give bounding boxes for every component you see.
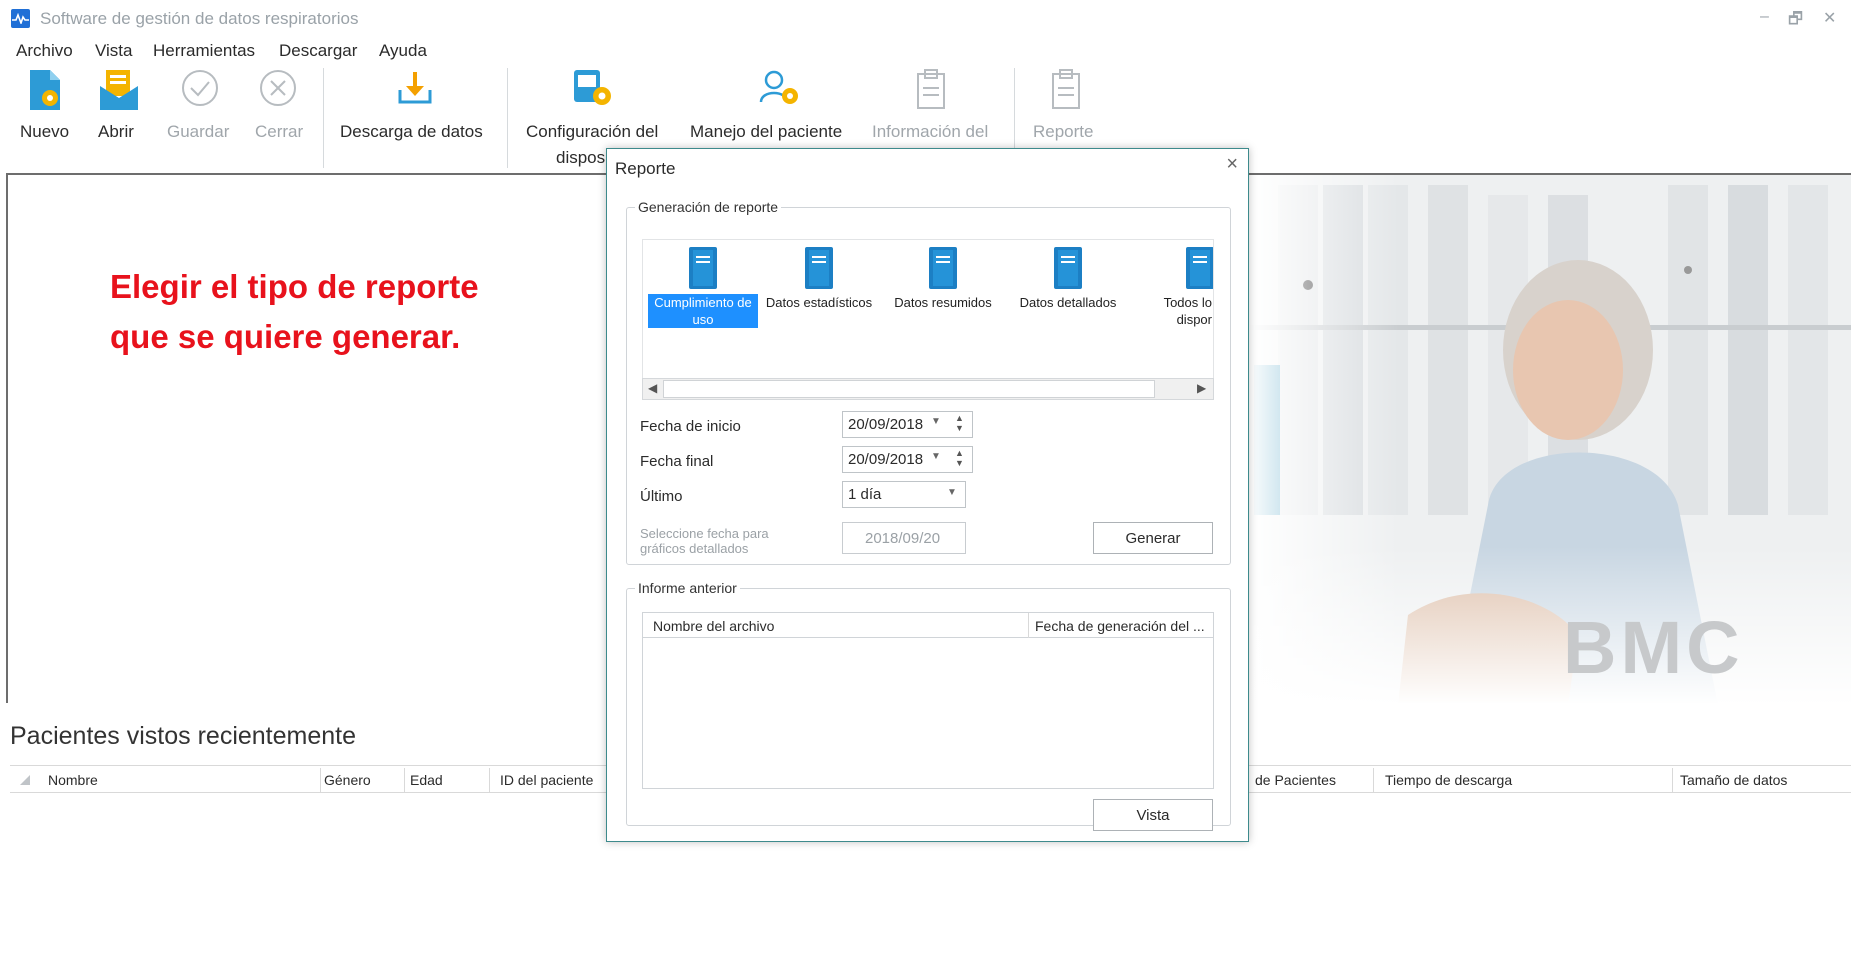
title-bar: Software de gestión de datos respiratori…: [0, 0, 1851, 40]
graph-date-field[interactable]: 2018/09/20: [842, 522, 966, 554]
report-book-icon: [805, 247, 833, 289]
column-divider: [1373, 768, 1374, 792]
col-genero[interactable]: Género: [324, 772, 371, 788]
sort-indicator-icon: [20, 775, 30, 785]
device-settings-icon: [572, 68, 614, 113]
dropdown-caret-icon[interactable]: ▼: [931, 451, 941, 462]
toolbar-separator: [323, 68, 324, 168]
report-type-label: Datos detallados: [1019, 295, 1117, 310]
spinner-icon[interactable]: ▲ ▼: [955, 413, 964, 433]
clipboard-info-icon: [912, 68, 952, 117]
save-label: Guardar: [167, 122, 230, 141]
end-date-label: Fecha final: [640, 453, 714, 470]
report-book-icon: [1054, 247, 1082, 289]
instruction-line-2: que se quiere generar.: [110, 318, 461, 355]
report-book-icon: [1186, 247, 1213, 289]
col-nombre[interactable]: Nombre: [48, 772, 98, 788]
new-label: Nuevo: [20, 122, 70, 141]
col-tiempo-descarga[interactable]: Tiempo de descarga: [1385, 772, 1512, 788]
previous-report-header: Nombre del archivo Fecha de generación d…: [643, 613, 1213, 638]
col-tamano-datos[interactable]: Tamaño de datos: [1680, 772, 1787, 788]
check-circle-icon: [180, 68, 220, 113]
report-generation-label: Generación de reporte: [635, 199, 782, 215]
close-circle-icon: [258, 68, 298, 113]
column-divider: [1672, 768, 1673, 792]
previous-report-label: Informe anterior: [635, 580, 740, 596]
col-generation-date[interactable]: Fecha de generación del ...: [1035, 618, 1205, 634]
instruction-line-1: Elegir el tipo de reporte: [110, 268, 479, 305]
app-window: Software de gestión de datos respiratori…: [0, 0, 1851, 980]
column-divider: [320, 768, 321, 792]
report-generation-group: Generación de reporte Cumplimiento de us…: [626, 199, 1231, 565]
report-book-icon: [689, 247, 717, 289]
report-type-label: Datos estadísticos: [765, 295, 873, 310]
previous-report-group: Informe anterior Nombre del archivo Fech…: [626, 580, 1231, 831]
background-photo: [1248, 175, 1851, 703]
new-file-icon: [28, 68, 62, 117]
end-date-value: 20/09/2018: [848, 451, 924, 468]
open-file-icon: [98, 68, 140, 117]
spinner-icon[interactable]: ▲ ▼: [955, 448, 964, 468]
start-date-label: Fecha de inicio: [640, 418, 741, 435]
menu-ayuda[interactable]: Ayuda: [379, 41, 427, 61]
generate-button[interactable]: Generar: [1093, 522, 1213, 554]
report-type-label: Cumplimiento de uso: [648, 294, 758, 328]
col-pacientes[interactable]: de Pacientes: [1255, 772, 1336, 788]
last-period-select[interactable]: 1 día ▼: [842, 481, 966, 508]
recent-patients-title: Pacientes vistos recientemente: [10, 722, 357, 750]
device-info-label: Información del: [872, 122, 989, 141]
report-list-scrollbar[interactable]: ◀ ▶: [642, 378, 1214, 400]
report-dialog: Reporte × Generación de reporte Cumplimi…: [606, 148, 1249, 842]
column-divider: [404, 768, 405, 792]
scroll-left-icon[interactable]: ◀: [648, 381, 657, 395]
chevron-down-icon[interactable]: ▼: [947, 487, 957, 498]
report-book-icon: [929, 247, 957, 289]
last-period-label: Último: [640, 488, 683, 505]
close-window-button[interactable]: ✕: [1823, 8, 1836, 28]
patient-settings-icon: [758, 68, 802, 113]
col-id-paciente[interactable]: ID del paciente: [500, 772, 593, 788]
bmc-logo: BMC: [1563, 606, 1744, 689]
previous-report-table[interactable]: Nombre del archivo Fecha de generación d…: [642, 612, 1214, 789]
col-file-name[interactable]: Nombre del archivo: [653, 618, 774, 634]
menu-archivo[interactable]: Archivo: [16, 41, 73, 61]
device-config-label-2: dispos: [556, 148, 606, 167]
window-title: Software de gestión de datos respiratori…: [40, 9, 359, 28]
report-type-label: Datos resumidos: [894, 295, 992, 310]
graph-date-label-line-2: gráficos detallados: [640, 541, 749, 556]
col-edad[interactable]: Edad: [410, 772, 443, 788]
column-divider: [1028, 613, 1029, 638]
report-type-list: Cumplimiento de uso Datos estadísticos D…: [642, 239, 1214, 379]
app-logo-icon: [11, 9, 30, 28]
report-type-label: Todos lo dispor: [1163, 295, 1212, 327]
menu-herramientas[interactable]: Herramientas: [153, 41, 255, 61]
instruction-text: Elegir el tipo de reporte que se quiere …: [110, 262, 479, 362]
close-file-label: Cerrar: [255, 122, 304, 141]
report-label: Reporte: [1033, 122, 1094, 141]
dialog-title: Reporte: [615, 159, 676, 178]
patient-management-label: Manejo del paciente: [690, 122, 843, 141]
device-config-label: Configuración del: [526, 122, 659, 141]
start-date-picker[interactable]: 20/09/2018 ▼ ▲ ▼: [842, 411, 973, 438]
menu-vista[interactable]: Vista: [95, 41, 133, 61]
graph-date-label: Seleccione fecha para gráficos detallado…: [640, 526, 769, 556]
column-divider: [489, 768, 490, 792]
menu-descargar[interactable]: Descargar: [279, 41, 357, 61]
view-button[interactable]: Vista: [1093, 799, 1213, 831]
dialog-close-button[interactable]: ×: [1226, 153, 1238, 176]
last-period-value: 1 día: [848, 486, 882, 503]
scrollbar-thumb[interactable]: [663, 380, 1155, 398]
toolbar-separator: [507, 68, 508, 168]
download-icon: [395, 68, 435, 113]
restore-button[interactable]: 🗗: [1788, 8, 1803, 35]
open-label: Abrir: [98, 122, 134, 141]
minimize-button[interactable]: –: [1760, 8, 1769, 26]
scroll-right-icon[interactable]: ▶: [1197, 381, 1206, 395]
graph-date-label-line-1: Seleccione fecha para: [640, 526, 769, 541]
start-date-value: 20/09/2018: [848, 416, 924, 433]
dropdown-caret-icon[interactable]: ▼: [931, 416, 941, 427]
clipboard-report-icon: [1047, 68, 1087, 117]
end-date-picker[interactable]: 20/09/2018 ▼ ▲ ▼: [842, 446, 973, 473]
data-download-label: Descarga de datos: [340, 122, 483, 141]
